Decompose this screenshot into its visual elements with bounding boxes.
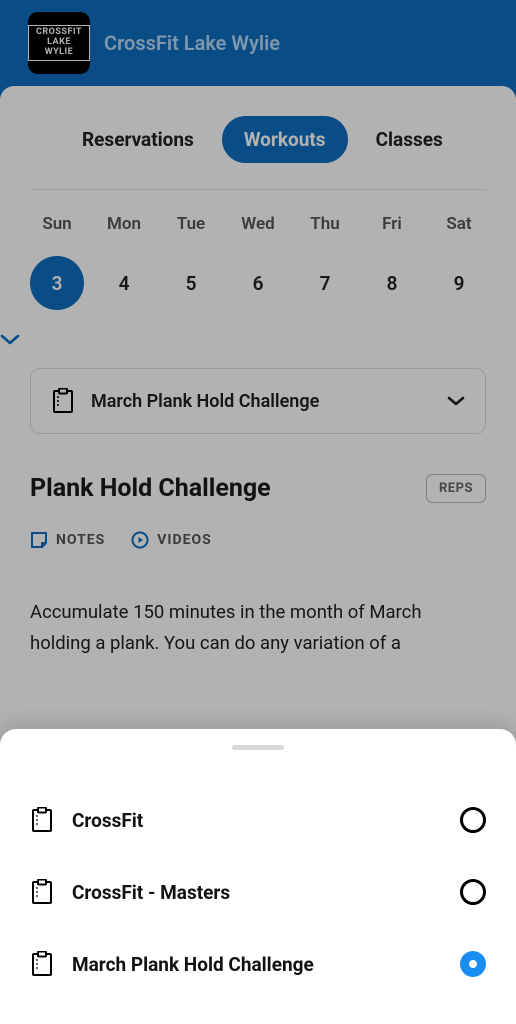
program-option-label: CrossFit xyxy=(72,809,442,832)
program-options: CrossFit CrossFit - Masters March Plank Ho… xyxy=(30,784,486,1000)
clipboard-icon xyxy=(30,950,54,978)
radio-unselected-icon xyxy=(460,879,486,905)
program-option[interactable]: CrossFit xyxy=(30,784,486,856)
program-option[interactable]: March Plank Hold Challenge xyxy=(30,928,486,1000)
program-option-label: CrossFit - Masters xyxy=(72,881,442,904)
clipboard-icon xyxy=(30,878,54,906)
sheet-grabber[interactable] xyxy=(232,745,284,750)
radio-unselected-icon xyxy=(460,807,486,833)
program-option[interactable]: CrossFit - Masters xyxy=(30,856,486,928)
radio-selected-icon xyxy=(460,951,486,977)
program-option-label: March Plank Hold Challenge xyxy=(72,953,442,976)
clipboard-icon xyxy=(30,806,54,834)
bottom-sheet: CrossFit CrossFit - Masters March Plank Ho… xyxy=(0,729,516,1024)
